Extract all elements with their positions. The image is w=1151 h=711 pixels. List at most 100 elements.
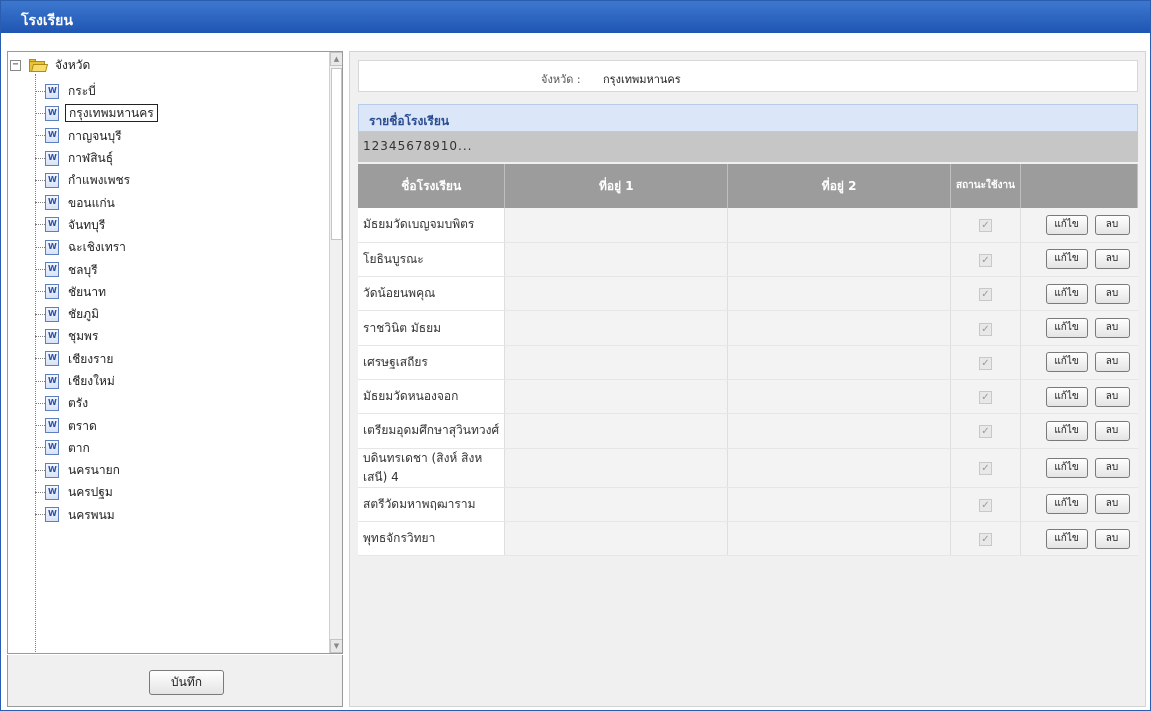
active-checkbox[interactable]: ✓ [979,219,992,233]
active-checkbox[interactable]: ✓ [979,391,992,405]
delete-button[interactable]: ลบ [1094,494,1130,515]
school-name-cell: โยธินบูรณะ [358,242,505,278]
actions-cell: แก้ไข ลบ [1019,242,1138,278]
delete-button[interactable]: ลบ [1094,420,1130,441]
tree-item[interactable]: ตรัง [35,392,325,414]
tree-branch-line [35,269,45,271]
tree-item[interactable]: เชียงราย [35,348,325,370]
scroll-up-arrow-icon[interactable]: ▲ [330,52,342,66]
edit-button[interactable]: แก้ไข [1045,214,1088,235]
document-icon [45,328,59,344]
tree-root-label: จังหวัด [55,57,91,72]
address1-cell [504,208,728,243]
tree-item[interactable]: ตราด [35,414,325,436]
window-title: โรงเรียน [1,1,1150,33]
tree-items: กระบี่กรุงเทพมหานครกาญจนบุรีกาฬสินธุ์กำแ… [35,80,325,526]
edit-button[interactable]: แก้ไข [1045,249,1088,270]
status-cell: ✓ [950,242,1021,278]
active-checkbox[interactable]: ✓ [979,322,992,336]
active-checkbox[interactable]: ✓ [979,253,992,267]
tree-branch-line [35,425,45,427]
tree-branch-line [35,246,45,248]
delete-button[interactable]: ลบ [1094,283,1130,304]
page-link[interactable]: 2 [372,139,381,153]
page-link[interactable]: 5 [398,139,407,153]
actions-cell: แก้ไข ลบ [1019,487,1138,522]
edit-button[interactable]: แก้ไข [1045,457,1088,478]
edit-button[interactable]: แก้ไข [1045,528,1088,549]
page-link[interactable]: 4 [389,139,398,153]
delete-button[interactable]: ลบ [1094,352,1130,373]
edit-button[interactable]: แก้ไข [1045,283,1088,304]
address2-cell [727,242,951,278]
active-checkbox[interactable]: ✓ [979,356,992,370]
tree-item[interactable]: นครปฐม [35,481,325,503]
tree-item[interactable]: กาญจนบุรี [35,125,325,147]
tree-item[interactable]: ชัยนาท [35,281,325,303]
tree-item[interactable]: นครพนม [35,504,325,526]
active-checkbox[interactable]: ✓ [979,288,992,302]
tree-item[interactable]: เชียงใหม่ [35,370,325,392]
tree-branch-line [35,402,45,404]
tree-item[interactable]: ขอนแก่น [35,191,325,213]
active-checkbox[interactable]: ✓ [979,425,992,439]
delete-button[interactable]: ลบ [1094,214,1130,235]
status-cell: ✓ [950,310,1021,346]
active-checkbox[interactable]: ✓ [979,498,992,512]
active-checkbox[interactable]: ✓ [979,533,992,547]
scroll-thumb[interactable] [331,68,342,240]
page-link[interactable]: 10 [441,139,458,153]
header-address2: ที่อยู่ 2 [727,164,952,208]
tree-item[interactable]: กาฬสินธุ์ [35,147,325,169]
document-icon [45,507,59,523]
page-link[interactable]: 8 [423,139,432,153]
page-link[interactable]: 3 [380,139,389,153]
save-button[interactable]: บันทึก [149,670,224,695]
page-link[interactable]: 6 [406,139,415,153]
status-cell: ✓ [950,413,1021,449]
document-icon [45,484,59,500]
page-link[interactable]: 1 [363,139,372,153]
document-icon [45,418,59,434]
address1-cell [504,379,728,415]
province-label: จังหวัด : [541,73,581,86]
tree-item[interactable]: กระบี่ [35,80,325,102]
edit-button[interactable]: แก้ไข [1045,352,1088,373]
school-name-cell: ราชวินิต มัธยม [358,310,505,346]
tree-item[interactable]: ฉะเชิงเทรา [35,236,325,258]
delete-button[interactable]: ลบ [1094,318,1130,339]
table-row: เศรษฐเสถียร ✓ แก้ไข ลบ [358,345,1138,380]
tree-item[interactable]: จันทบุรี [35,214,325,236]
edit-button[interactable]: แก้ไข [1045,318,1088,339]
tree-root[interactable]: − จังหวัด [10,56,90,74]
tree-item[interactable]: ชุมพร [35,325,325,347]
delete-button[interactable]: ลบ [1094,386,1130,407]
tree-item[interactable]: กำแพงเพชร [35,169,325,191]
page-link[interactable]: 9 [432,139,441,153]
delete-button[interactable]: ลบ [1094,457,1130,478]
table-row: บดินทรเดชา (สิงห์ สิงหเสนี) 4 ✓ แก้ไข ลบ [358,448,1138,488]
section-title: รายชื่อโรงเรียน [358,104,1138,132]
page-link-more[interactable]: ... [458,139,472,153]
tree-item[interactable]: ชลบุรี [35,258,325,280]
edit-button[interactable]: แก้ไข [1045,494,1088,515]
tree-scrollbar[interactable]: ▲ ▼ [329,52,342,653]
tree-item[interactable]: นครนายก [35,459,325,481]
tree-branch-line [35,335,45,337]
tree-branch-line [35,447,45,449]
tree-item-label: กระบี่ [68,84,96,99]
tree-item[interactable]: กรุงเทพมหานคร [35,102,325,124]
active-checkbox[interactable]: ✓ [979,462,992,476]
tree-item[interactable]: ชัยภูมิ [35,303,325,325]
delete-button[interactable]: ลบ [1094,249,1130,270]
document-icon [45,351,59,367]
tree-footer: บันทึก [7,655,343,707]
tree-branch-line [35,514,45,516]
delete-button[interactable]: ลบ [1094,528,1130,549]
scroll-down-arrow-icon[interactable]: ▼ [330,639,342,653]
address1-cell [504,521,728,557]
edit-button[interactable]: แก้ไข [1045,386,1088,407]
tree-item[interactable]: ตาก [35,437,325,459]
collapse-icon[interactable]: − [10,59,21,71]
edit-button[interactable]: แก้ไข [1045,420,1088,441]
